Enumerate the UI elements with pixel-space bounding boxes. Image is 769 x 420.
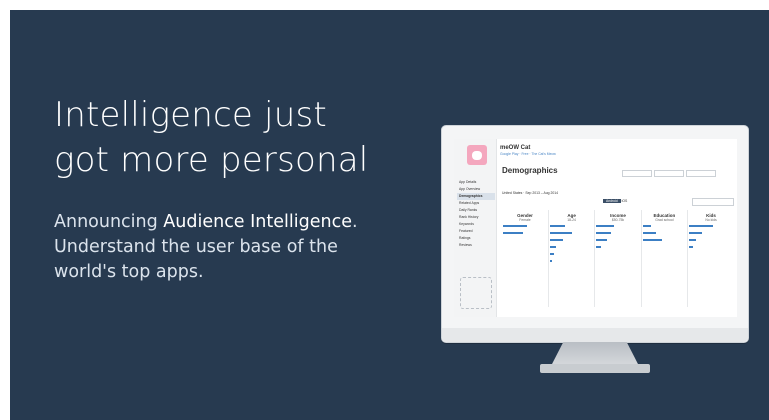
demographic-bar xyxy=(549,260,553,262)
demographic-column: Education Grad school xyxy=(640,210,688,307)
demographic-column: Income $50-75k xyxy=(594,210,642,307)
monitor-stand-neck xyxy=(551,342,639,366)
demographic-column-title: Education xyxy=(653,213,676,218)
compare-button xyxy=(692,198,734,206)
screen-nav-item: Rank History xyxy=(459,215,479,219)
screen-app-meta: Google Play · Free · The Cat's Meow xyxy=(500,152,556,156)
cat-app-icon xyxy=(467,145,487,165)
screen-section-title: Demographics xyxy=(502,166,558,175)
demographic-bar xyxy=(549,239,563,241)
demographic-column-title: Age xyxy=(567,213,576,218)
demographic-bar xyxy=(642,239,663,241)
demographic-bar xyxy=(549,246,557,248)
monitor-illustration: App Details App Overview Demographics Relat… xyxy=(441,125,749,343)
demographic-bar xyxy=(642,232,656,234)
product-name: Audience Intelligence xyxy=(163,212,352,232)
demographic-bar xyxy=(689,246,694,248)
demographic-column-value: No kids xyxy=(705,218,717,222)
headline-line-2: got more personal xyxy=(54,140,369,180)
demographic-column: Gender Female xyxy=(502,210,548,307)
demographic-bar xyxy=(549,225,566,227)
screen-sidebar-nav: App Details App Overview Demographics Relat… xyxy=(457,179,495,249)
screen-nav-item: Reviews xyxy=(459,243,472,247)
demographic-column-value: Grad school xyxy=(655,218,674,222)
announcement-line-3: world's top apps. xyxy=(54,262,204,282)
announcement-line-2: Understand the user base of the xyxy=(54,237,338,257)
demographic-bar xyxy=(689,225,714,227)
demographic-bar xyxy=(689,232,703,234)
screen-app-name: meOW Cat xyxy=(500,145,531,151)
demographic-column-title: Income xyxy=(610,213,626,218)
demographics-row: Gender Female Age 18-24 Income $50-75k Educati… xyxy=(502,210,734,307)
announcement-suffix: . xyxy=(351,212,358,232)
screen-nav-item: Demographics xyxy=(457,193,495,200)
headline-line-1: Intelligence just xyxy=(54,95,327,135)
period-select xyxy=(654,170,684,177)
demographic-column-value: 18-24 xyxy=(567,218,576,222)
demographic-column-title: Kids xyxy=(706,213,716,218)
screen-sidebar: App Details App Overview Demographics Relat… xyxy=(454,139,497,317)
demographic-bar xyxy=(596,239,608,241)
screen-nav-item: Ratings xyxy=(459,236,471,240)
demographic-bar xyxy=(596,246,601,248)
demographic-bar xyxy=(503,225,528,227)
country-select xyxy=(622,170,652,177)
demographic-column-value: Female xyxy=(519,218,531,222)
demographic-column: Kids No kids xyxy=(687,210,734,307)
screen-controls xyxy=(622,170,734,182)
monitor-screen: App Details App Overview Demographics Relat… xyxy=(454,139,737,317)
demographic-column: Age 18-24 xyxy=(547,210,595,307)
screen-platform-tabs: Android iOS xyxy=(603,199,627,203)
screen-app-header: meOW Cat Google Play · Free · The Cat's … xyxy=(500,145,736,156)
screen-nav-item: App Overview xyxy=(459,187,481,191)
announcement-prefix: Announcing xyxy=(54,212,164,232)
demographic-bar xyxy=(596,225,614,227)
demographic-bar xyxy=(642,225,652,227)
demographic-bar xyxy=(503,232,523,234)
tab-android: Android xyxy=(603,199,621,203)
screen-nav-item: App Details xyxy=(459,180,477,184)
announcement: Announcing Audience Intelligence. Unders… xyxy=(54,210,444,285)
demographic-column-title: Gender xyxy=(517,213,533,218)
demographic-bar xyxy=(689,239,696,241)
tab-ios: iOS xyxy=(621,199,628,203)
stamp-badge-icon xyxy=(460,277,492,309)
demographic-bar xyxy=(549,253,555,255)
monitor-chin xyxy=(442,328,748,342)
demographic-bar xyxy=(596,232,612,234)
monitor-stand-base xyxy=(540,364,650,373)
screen-nav-item: Keywords xyxy=(459,222,474,226)
headline: Intelligence just got more personal xyxy=(54,93,424,183)
date-select xyxy=(686,170,716,177)
demographic-bar xyxy=(549,232,572,234)
screen-nav-item: Featured xyxy=(459,229,473,233)
screen-nav-item: Related Apps xyxy=(459,201,480,205)
demographics-grid: Gender Female Age 18-24 Income $50-75k Educati… xyxy=(502,210,734,307)
demographic-column-value: $50-75k xyxy=(611,218,625,222)
screen-nav-item: Daily Ranks xyxy=(459,208,478,212)
screen-filter-range: United States · Sep 2013 – Aug 2014 xyxy=(502,191,558,195)
